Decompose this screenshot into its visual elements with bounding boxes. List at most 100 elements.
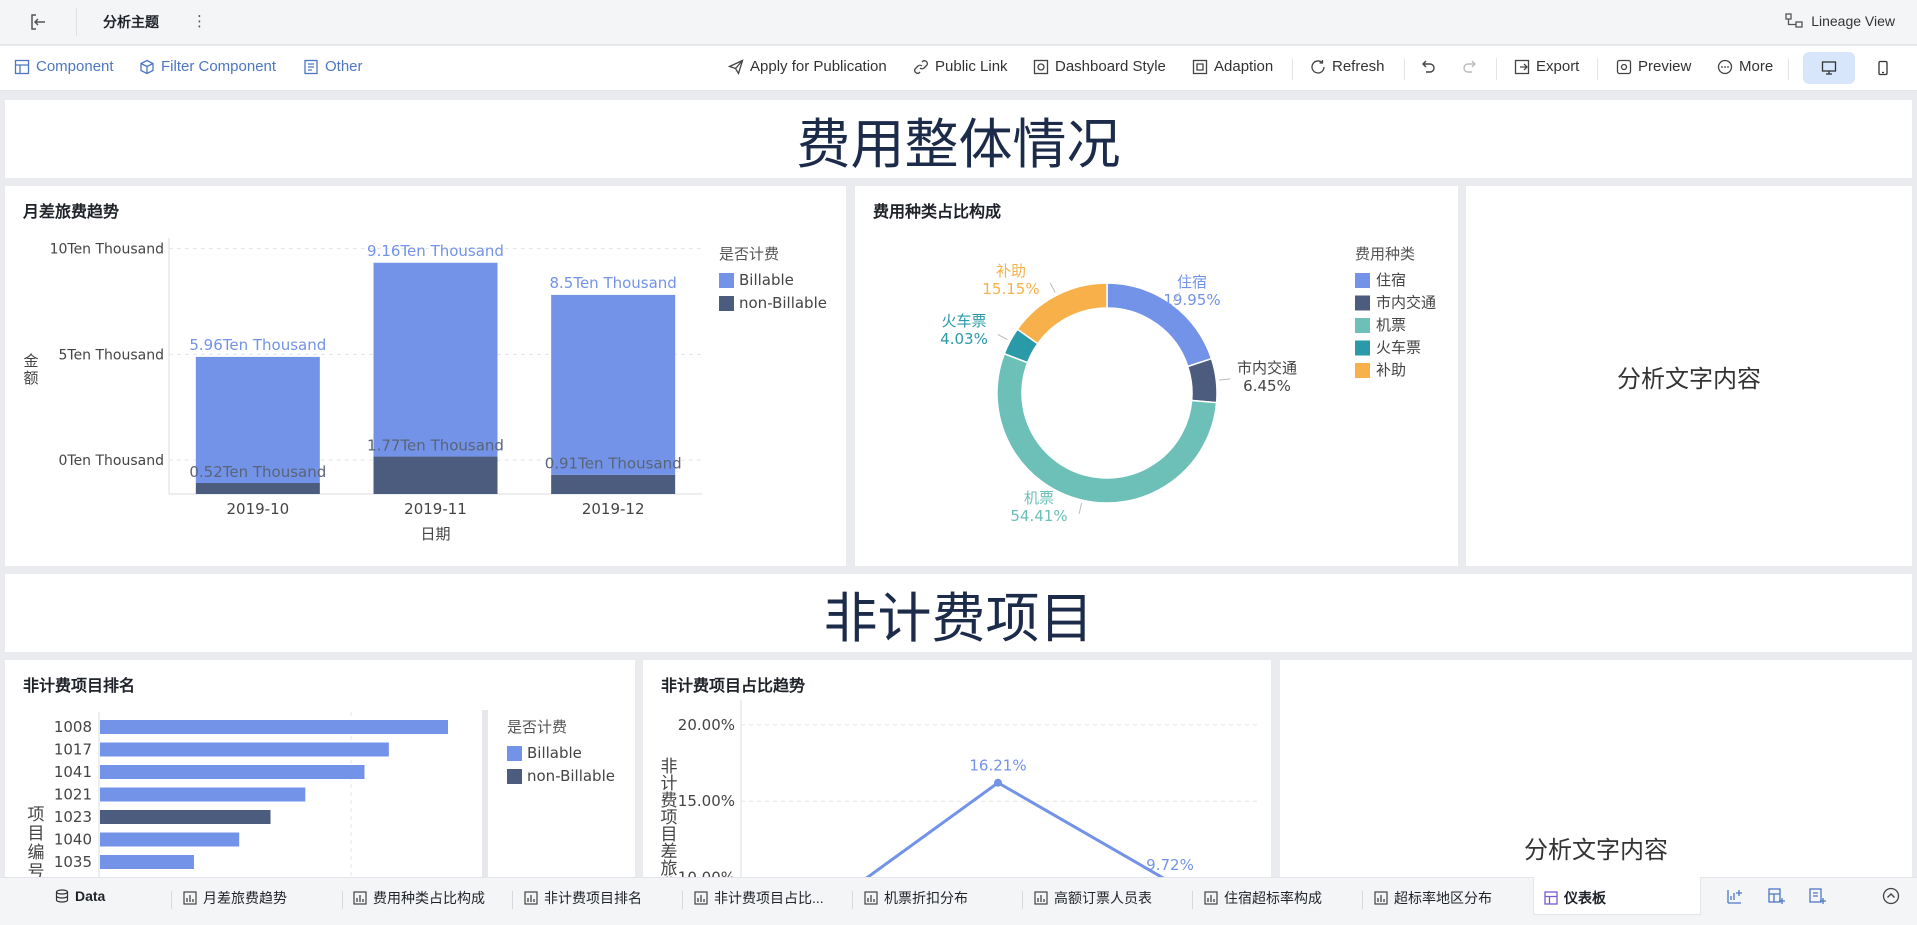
preview-button[interactable]: Preview: [1616, 58, 1691, 75]
tab-chart[interactable]: 住宿超标率构成: [1204, 888, 1322, 908]
more-vertical-icon[interactable]: ⋮: [192, 12, 207, 30]
legend-label: 住宿: [1376, 271, 1406, 289]
slice-percent-label: 19.95%: [1163, 291, 1220, 309]
lineage-view-button[interactable]: Lineage View: [1785, 12, 1895, 30]
non-billable-banner[interactable]: 非计费项目: [5, 574, 1912, 652]
data-label-billable: 9.16Ten Thousand: [367, 242, 504, 260]
mobile-icon: [1878, 60, 1888, 76]
y-tick-label: 1041: [54, 763, 92, 781]
tab-divider: [1022, 891, 1023, 909]
tab-chart[interactable]: 超标率地区分布: [1374, 888, 1492, 908]
tab-divider: [682, 891, 683, 909]
tab-dashboard[interactable]: 仪表板: [1544, 888, 1606, 908]
tab-divider: [342, 891, 343, 909]
y-axis-label: 非计费项目差旅费: [661, 757, 678, 877]
expense-overview-banner[interactable]: 费用整体情况: [5, 100, 1912, 178]
tab-label: 高额订票人员表: [1054, 890, 1152, 906]
redo-button[interactable]: [1462, 58, 1478, 74]
dashboard-icon: [1544, 891, 1558, 905]
tab-chart[interactable]: 非计费项目占比...: [694, 888, 824, 908]
desktop-view-button[interactable]: [1803, 52, 1855, 84]
dashboard-style-button[interactable]: Dashboard Style: [1033, 58, 1166, 75]
add-chart-button[interactable]: [1726, 887, 1744, 910]
add-chart-icon: [1727, 890, 1742, 904]
refresh-label: Refresh: [1332, 58, 1385, 75]
tab-chart[interactable]: 高额订票人员表: [1034, 888, 1152, 908]
non-billable-trend-chart: 20.00%15.00%10.00%8.05%16.21%9.72%非计费项目差…: [661, 700, 1259, 877]
tab-chart[interactable]: 非计费项目排名: [524, 888, 642, 908]
component-button[interactable]: Component: [14, 58, 114, 75]
redo-icon: [1463, 60, 1476, 73]
toolbar-divider: [1788, 58, 1789, 80]
undo-button[interactable]: [1420, 58, 1436, 74]
add-report-button[interactable]: [1808, 887, 1826, 910]
mobile-view-button[interactable]: [1859, 52, 1907, 84]
exit-icon[interactable]: [27, 11, 49, 33]
non-billable-heading: 非计费项目: [823, 586, 1094, 650]
bar-non-billable: [373, 456, 498, 494]
toolbar-divider: [1292, 58, 1293, 80]
bar-chart-icon: [694, 891, 708, 905]
chevron-up-circle-icon: [1882, 887, 1900, 905]
data-label: 9.72%: [1146, 856, 1194, 874]
leader-line: [1219, 378, 1231, 381]
collapse-tabs-button[interactable]: [1882, 887, 1900, 910]
tab-divider: [1362, 891, 1363, 909]
legend-label: Billable: [739, 271, 794, 289]
y-axis-label: 项目编号: [28, 805, 45, 877]
ranking-bar: [100, 810, 271, 824]
expense-type-panel[interactable]: 费用种类占比构成 住宿 19.95% 市内交通 6.45% 机票 54.41% 火车票 4.0…: [855, 186, 1458, 566]
legend-label: 火车票: [1376, 339, 1421, 357]
legend-swatch: [507, 769, 522, 784]
adaption-button[interactable]: Adaption: [1192, 58, 1273, 75]
filter-component-label: Filter Component: [161, 58, 277, 75]
apply-publication-label: Apply for Publication: [750, 58, 887, 75]
y-tick-label: 1021: [54, 786, 92, 804]
analysis-text-panel-2[interactable]: 分析文字内容: [1280, 660, 1912, 877]
slice-name-label: 补助: [996, 262, 1026, 280]
y-tick-label: 10.00%: [678, 869, 735, 877]
top-bar: 分析主题 ⋮ Lineage View: [0, 0, 1917, 45]
x-tick-label: 2019-11: [404, 500, 467, 518]
y-tick-label: 15.00%: [678, 792, 735, 810]
bar-billable: [373, 262, 498, 457]
data-tab[interactable]: Data: [55, 888, 105, 904]
filter-cube-icon: [140, 59, 154, 74]
preview-icon: [1616, 59, 1632, 74]
topic-title: 分析主题: [103, 14, 159, 30]
add-dashboard-button[interactable]: [1767, 887, 1785, 910]
more-button[interactable]: More: [1717, 58, 1773, 75]
refresh-button[interactable]: Refresh: [1310, 58, 1385, 75]
bar-chart-icon: [1374, 891, 1388, 905]
y-tick-label: 1035: [54, 853, 92, 871]
tab-label: 住宿超标率构成: [1224, 890, 1322, 906]
export-button[interactable]: Export: [1514, 58, 1579, 75]
tab-chart[interactable]: 费用种类占比构成: [353, 888, 485, 908]
divider: [76, 8, 77, 36]
legend-label: non-Billable: [739, 294, 827, 312]
other-button[interactable]: Other: [303, 58, 363, 75]
apply-publication-button[interactable]: Apply for Publication: [728, 58, 887, 75]
x-tick-label: 2019-10: [226, 500, 289, 518]
toolbar-divider: [1496, 58, 1497, 80]
bar-chart-icon: [1204, 891, 1218, 905]
public-link-button[interactable]: Public Link: [913, 58, 1008, 75]
analysis-text-panel[interactable]: 分析文字内容: [1466, 186, 1912, 566]
monthly-expense-panel[interactable]: 月差旅费趋势 10Ten Thousand 5Ten Thousand 0Ten T…: [5, 186, 846, 566]
bar-chart-icon: [524, 891, 538, 905]
data-tab-label: Data: [75, 888, 106, 904]
tab-chart[interactable]: 月差旅费趋势: [183, 888, 287, 908]
data-label-billable: 8.5Ten Thousand: [549, 274, 676, 292]
tab-chart[interactable]: 机票折扣分布: [864, 888, 968, 908]
undo-icon: [1422, 60, 1435, 73]
legend-label: Billable: [527, 744, 582, 762]
export-label: Export: [1536, 58, 1580, 75]
donut-slice: [996, 352, 1218, 504]
non-billable-trend-panel[interactable]: 非计费项目占比趋势 20.00%15.00%10.00%8.05%16.21%9…: [643, 660, 1271, 877]
y-tick-label: 1017: [54, 741, 92, 759]
bar-non-billable: [195, 482, 320, 494]
filter-component-button[interactable]: Filter Component: [139, 58, 276, 75]
data-label-non-billable: 1.77Ten Thousand: [367, 437, 504, 455]
non-billable-ranking-panel[interactable]: 非计费项目排名 10081017104110211023104010351015…: [5, 660, 635, 877]
y-tick-label: 0Ten Thousand: [58, 453, 164, 469]
